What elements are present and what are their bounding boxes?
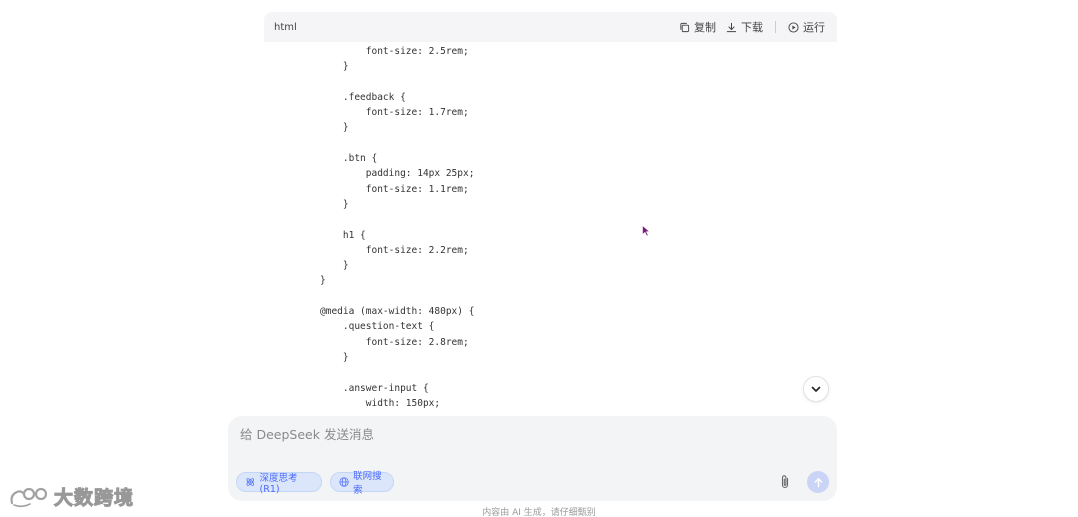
chat-input-box: 深度思考 (R1) 联网搜索 — [228, 416, 837, 501]
actions-divider — [775, 21, 776, 33]
copy-icon — [680, 22, 690, 32]
code-line: .btn { — [320, 153, 378, 165]
code-line: font-size: 2.5rem; — [320, 46, 469, 57]
scroll-to-bottom-button[interactable] — [803, 376, 829, 402]
deep-think-toggle[interactable]: 深度思考 (R1) — [236, 472, 322, 495]
web-search-label: 联网搜索 — [353, 471, 382, 496]
code-line: font-size: 1.7rem; — [320, 107, 469, 119]
web-search-toggle[interactable]: 联网搜索 — [330, 471, 394, 496]
arrow-up-icon — [814, 477, 822, 487]
watermark-text: 大数跨境 — [53, 486, 135, 509]
code-line: } — [320, 198, 349, 210]
code-line: .feedback { — [320, 91, 406, 103]
send-button[interactable] — [807, 471, 829, 493]
mouse-cursor-icon — [642, 225, 650, 237]
download-label: 下载 — [741, 21, 763, 34]
code-line: } — [320, 351, 349, 363]
code-line: padding: 14px 25px; — [320, 168, 475, 180]
code-line: } — [320, 275, 326, 287]
code-line: font-size: 1.1rem; — [320, 183, 469, 195]
code-line: .answer-input { — [320, 382, 429, 394]
code-block: html 复制 下载 运行 font-size: 2.5rem; } .feed… — [264, 12, 837, 416]
run-label: 运行 — [803, 21, 825, 34]
chevron-down-icon — [811, 386, 821, 392]
ai-disclaimer: 内容由 AI 生成，请仔细甄别 — [482, 508, 596, 517]
copy-label: 复制 — [694, 21, 716, 34]
code-line: font-size: 2.2rem; — [320, 244, 469, 256]
code-line: width: 150px; — [320, 397, 441, 409]
deep-think-label: 深度思考 (R1) — [259, 472, 298, 495]
watermark-logo: 大数跨境 — [8, 482, 134, 510]
code-line: font-size: 2.8rem; — [320, 336, 469, 348]
download-button[interactable]: 下载 — [726, 19, 763, 35]
attach-file-button[interactable] — [776, 472, 794, 492]
copy-button[interactable]: 复制 — [679, 19, 716, 35]
code-header: html 复制 下载 运行 — [264, 12, 837, 42]
code-line: h1 { — [320, 229, 366, 241]
code-line: @media (max-width: 480px) { — [320, 306, 475, 318]
message-input[interactable] — [238, 426, 802, 443]
paperclip-icon — [781, 475, 789, 489]
code-line: } — [320, 260, 349, 272]
code-body: font-size: 2.5rem; } .feedback { font-si… — [264, 42, 837, 411]
code-language-label: html — [274, 21, 297, 33]
code-line: } — [320, 61, 349, 73]
globe-icon — [339, 477, 349, 487]
run-button[interactable]: 运行 — [788, 19, 825, 35]
code-actions: 复制 下载 运行 — [679, 19, 825, 35]
deepseek-chat-page: html 复制 下载 运行 font-size: 2.5rem; } .feed… — [0, 0, 1078, 517]
atom-icon — [246, 478, 254, 486]
play-icon — [788, 21, 799, 33]
watermark-emblem-icon — [10, 487, 48, 508]
code-line: .question-text { — [320, 321, 435, 333]
code-line: } — [320, 122, 349, 134]
download-icon — [726, 22, 737, 32]
